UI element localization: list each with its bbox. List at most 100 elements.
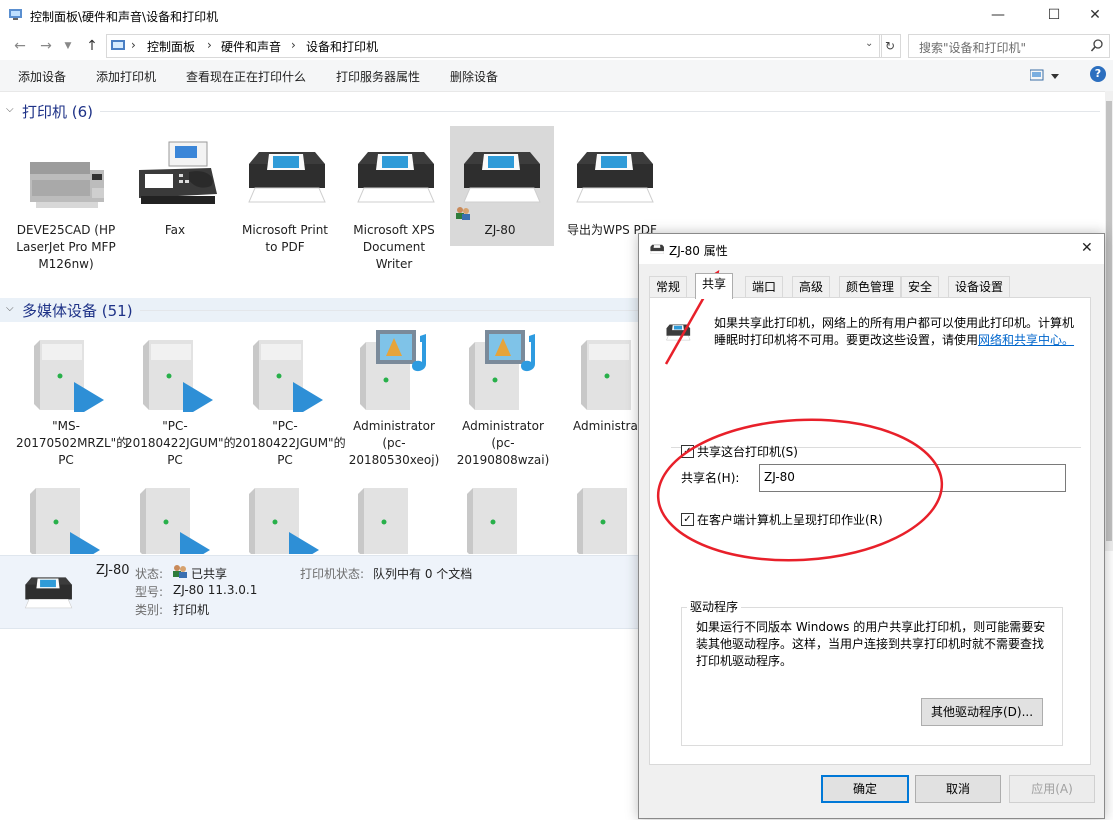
device-label: "PC-20180422JGUM"的PC (235, 419, 346, 467)
details-printer-status-label: 打印机状态: (300, 567, 365, 581)
chevron-down-icon: ⌵ (6, 104, 14, 115)
tab-advanced[interactable]: 高级 (792, 276, 831, 298)
tab-general[interactable]: 常规 (649, 276, 688, 298)
media-item-pc-20180422jgum-2[interactable]: "PC-20180422JGUM"的PC (235, 322, 346, 472)
address-folder-icon (111, 39, 127, 55)
device-label: ZJ-80 (484, 223, 516, 237)
fax-icon (139, 140, 217, 206)
vertical-scrollbar[interactable] (1105, 91, 1113, 551)
printers-group-header[interactable]: ⌵ 打印机 (6) (0, 99, 1105, 123)
printer-icon (357, 140, 435, 206)
printers-group-label: 打印机 (6) (22, 103, 94, 121)
control-panel-icon (9, 8, 23, 20)
media-row-partial (16, 478, 636, 554)
printer-icon (576, 140, 654, 206)
details-device-name: ZJ-80 (96, 563, 130, 578)
shared-users-icon (455, 206, 471, 223)
refresh-icon[interactable]: ↻ (879, 34, 901, 58)
window-title: 控制面板\硬件和声音\设备和打印机 (30, 10, 219, 24)
command-bar: 添加设备 添加打印机 查看现在正在打印什么 打印服务器属性 删除设备 ? (0, 60, 1113, 92)
share-name-input[interactable]: ZJ-80 (759, 464, 1066, 492)
add-printer-button[interactable]: 添加打印机 (96, 68, 156, 85)
minimize-button[interactable]: — (975, 0, 1021, 30)
media-server-icon (34, 336, 104, 418)
up-arrow-icon[interactable]: ↑ (82, 36, 102, 56)
other-drivers-button[interactable]: 其他驱动程序(D)... (921, 698, 1043, 726)
media-server-icon (143, 336, 213, 418)
view-options-icon[interactable] (1029, 69, 1060, 85)
scrollbar-thumb[interactable] (1106, 101, 1112, 541)
remove-device-button[interactable]: 删除设备 (450, 68, 498, 85)
device-label: "PC-20180422JGUM"的PC (125, 419, 236, 467)
device-label: Fax (164, 223, 186, 237)
printer-icon (248, 140, 326, 206)
tab-device-settings[interactable]: 设备设置 (948, 276, 1011, 298)
breadcrumb-devices-printers[interactable]: 设备和打印机 (306, 38, 378, 55)
breadcrumb-hardware-sound[interactable]: 硬件和声音 (221, 38, 281, 55)
laser-printer-icon (30, 140, 104, 208)
printer-icon (463, 140, 541, 206)
render-jobs-label: 在客户端计算机上呈现打印作业(R) (697, 513, 883, 527)
maximize-button[interactable]: ☐ (1031, 0, 1077, 30)
address-dropdown-icon[interactable]: ⌄ (865, 38, 873, 49)
tab-security[interactable]: 安全 (901, 276, 940, 298)
drivers-info-text: 如果运行不同版本 Windows 的用户共享此打印机，则可能需要安装其他驱动程序… (696, 620, 1046, 668)
media-item-ms-20170502mrzl[interactable]: "MS-20170502MRZL"的PC (16, 322, 129, 472)
media-library-icon (360, 330, 428, 410)
sharing-info-text: 如果共享此打印机，网络上的所有用户都可以使用此打印机。计算机睡眠时打印机将不可用… (714, 315, 1084, 349)
breadcrumb-separator: › (291, 38, 296, 52)
cancel-button[interactable]: 取消 (915, 775, 1001, 803)
share-printer-label: 共享这台打印机(S) (697, 445, 798, 459)
close-button[interactable]: ✕ (1072, 0, 1113, 30)
printer-icon (20, 570, 76, 617)
ok-button[interactable]: 确定 (821, 775, 909, 803)
device-label: Administrator (pc-20180530xeoj) (348, 419, 440, 467)
search-icon (1090, 39, 1103, 55)
add-device-button[interactable]: 添加设备 (18, 68, 66, 85)
address-row: ← → ▼ ↑ › 控制面板 › 硬件和声音 › 设备和打印机 ⌄ ↻ 搜索"设… (0, 30, 1113, 60)
tab-ports[interactable]: 端口 (745, 276, 784, 298)
back-arrow-icon[interactable]: ← (10, 36, 30, 56)
device-item-fax[interactable]: Fax (125, 126, 225, 246)
dialog-titlebar: ZJ-80 属性 ✕ (639, 234, 1104, 264)
share-printer-checkbox[interactable]: ✓ (681, 445, 694, 458)
print-server-properties-button[interactable]: 打印服务器属性 (336, 68, 420, 85)
see-whats-printing-button[interactable]: 查看现在正在打印什么 (186, 68, 306, 85)
forward-arrow-icon[interactable]: → (36, 36, 56, 56)
shared-printer-icon (664, 320, 692, 347)
properties-dialog: ZJ-80 属性 ✕ 常规 共享 端口 高级 颜色管理 安全 设备设置 如果共享… (638, 233, 1105, 819)
media-group-label: 多媒体设备 (51) (22, 302, 133, 320)
search-input[interactable]: 搜索"设备和打印机" (908, 34, 1110, 58)
share-name-value: ZJ-80 (764, 470, 795, 484)
tab-sharing[interactable]: 共享 (695, 273, 734, 299)
network-sharing-center-link[interactable]: 网络和共享中心。 (978, 333, 1074, 347)
sharing-tab-page: 如果共享此打印机，网络上的所有用户都可以使用此打印机。计算机睡眠时打印机将不可用… (649, 297, 1091, 765)
details-status-label: 状态: (135, 567, 164, 581)
search-placeholder: 搜索"设备和打印机" (919, 41, 1027, 55)
help-icon[interactable]: ? (1090, 66, 1106, 82)
media-server-icon (253, 336, 323, 418)
media-item-pc-20180422jgum-1[interactable]: "PC-20180422JGUM"的PC (125, 322, 236, 472)
recent-chevron-icon[interactable]: ▼ (58, 36, 78, 56)
details-printer-status-value: 队列中有 0 个文档 (373, 567, 473, 581)
details-model-value: ZJ-80 11.3.0.1 (173, 583, 258, 597)
breadcrumb-separator: › (131, 38, 136, 52)
apply-button[interactable]: 应用(A) (1009, 775, 1095, 803)
device-label: "MS-20170502MRZL"的PC (16, 419, 129, 467)
media-item-administrator-wzai[interactable]: Administrator (pc-20190808wzai) (453, 322, 553, 482)
breadcrumb-separator: › (207, 38, 212, 52)
address-bar[interactable]: › 控制面板 › 硬件和声音 › 设备和打印机 ⌄ (106, 34, 882, 58)
dialog-close-button[interactable]: ✕ (1081, 240, 1093, 256)
device-item-microsoft-xps[interactable]: Microsoft XPS Document Writer (344, 126, 444, 276)
device-item-wps-pdf[interactable]: 导出为WPS PDF (563, 126, 663, 246)
device-item-microsoft-print-to-pdf[interactable]: Microsoft Print to PDF (235, 126, 335, 266)
media-item-administrator-xeoj[interactable]: Administrator (pc-20180530xeoj) (344, 322, 444, 482)
device-item-zj-80[interactable]: ZJ-80 (450, 126, 554, 246)
printer-icon (649, 242, 665, 259)
breadcrumb-control-panel[interactable]: 控制面板 (147, 38, 195, 55)
tab-color-management[interactable]: 颜色管理 (839, 276, 902, 298)
details-category-label: 类别: (135, 603, 164, 617)
render-jobs-checkbox[interactable]: ✓ (681, 513, 694, 526)
device-item-deve25cad[interactable]: DEVE25CAD (HP LaserJet Pro MFP M126nw) (16, 126, 116, 296)
shared-users-icon (172, 564, 188, 581)
